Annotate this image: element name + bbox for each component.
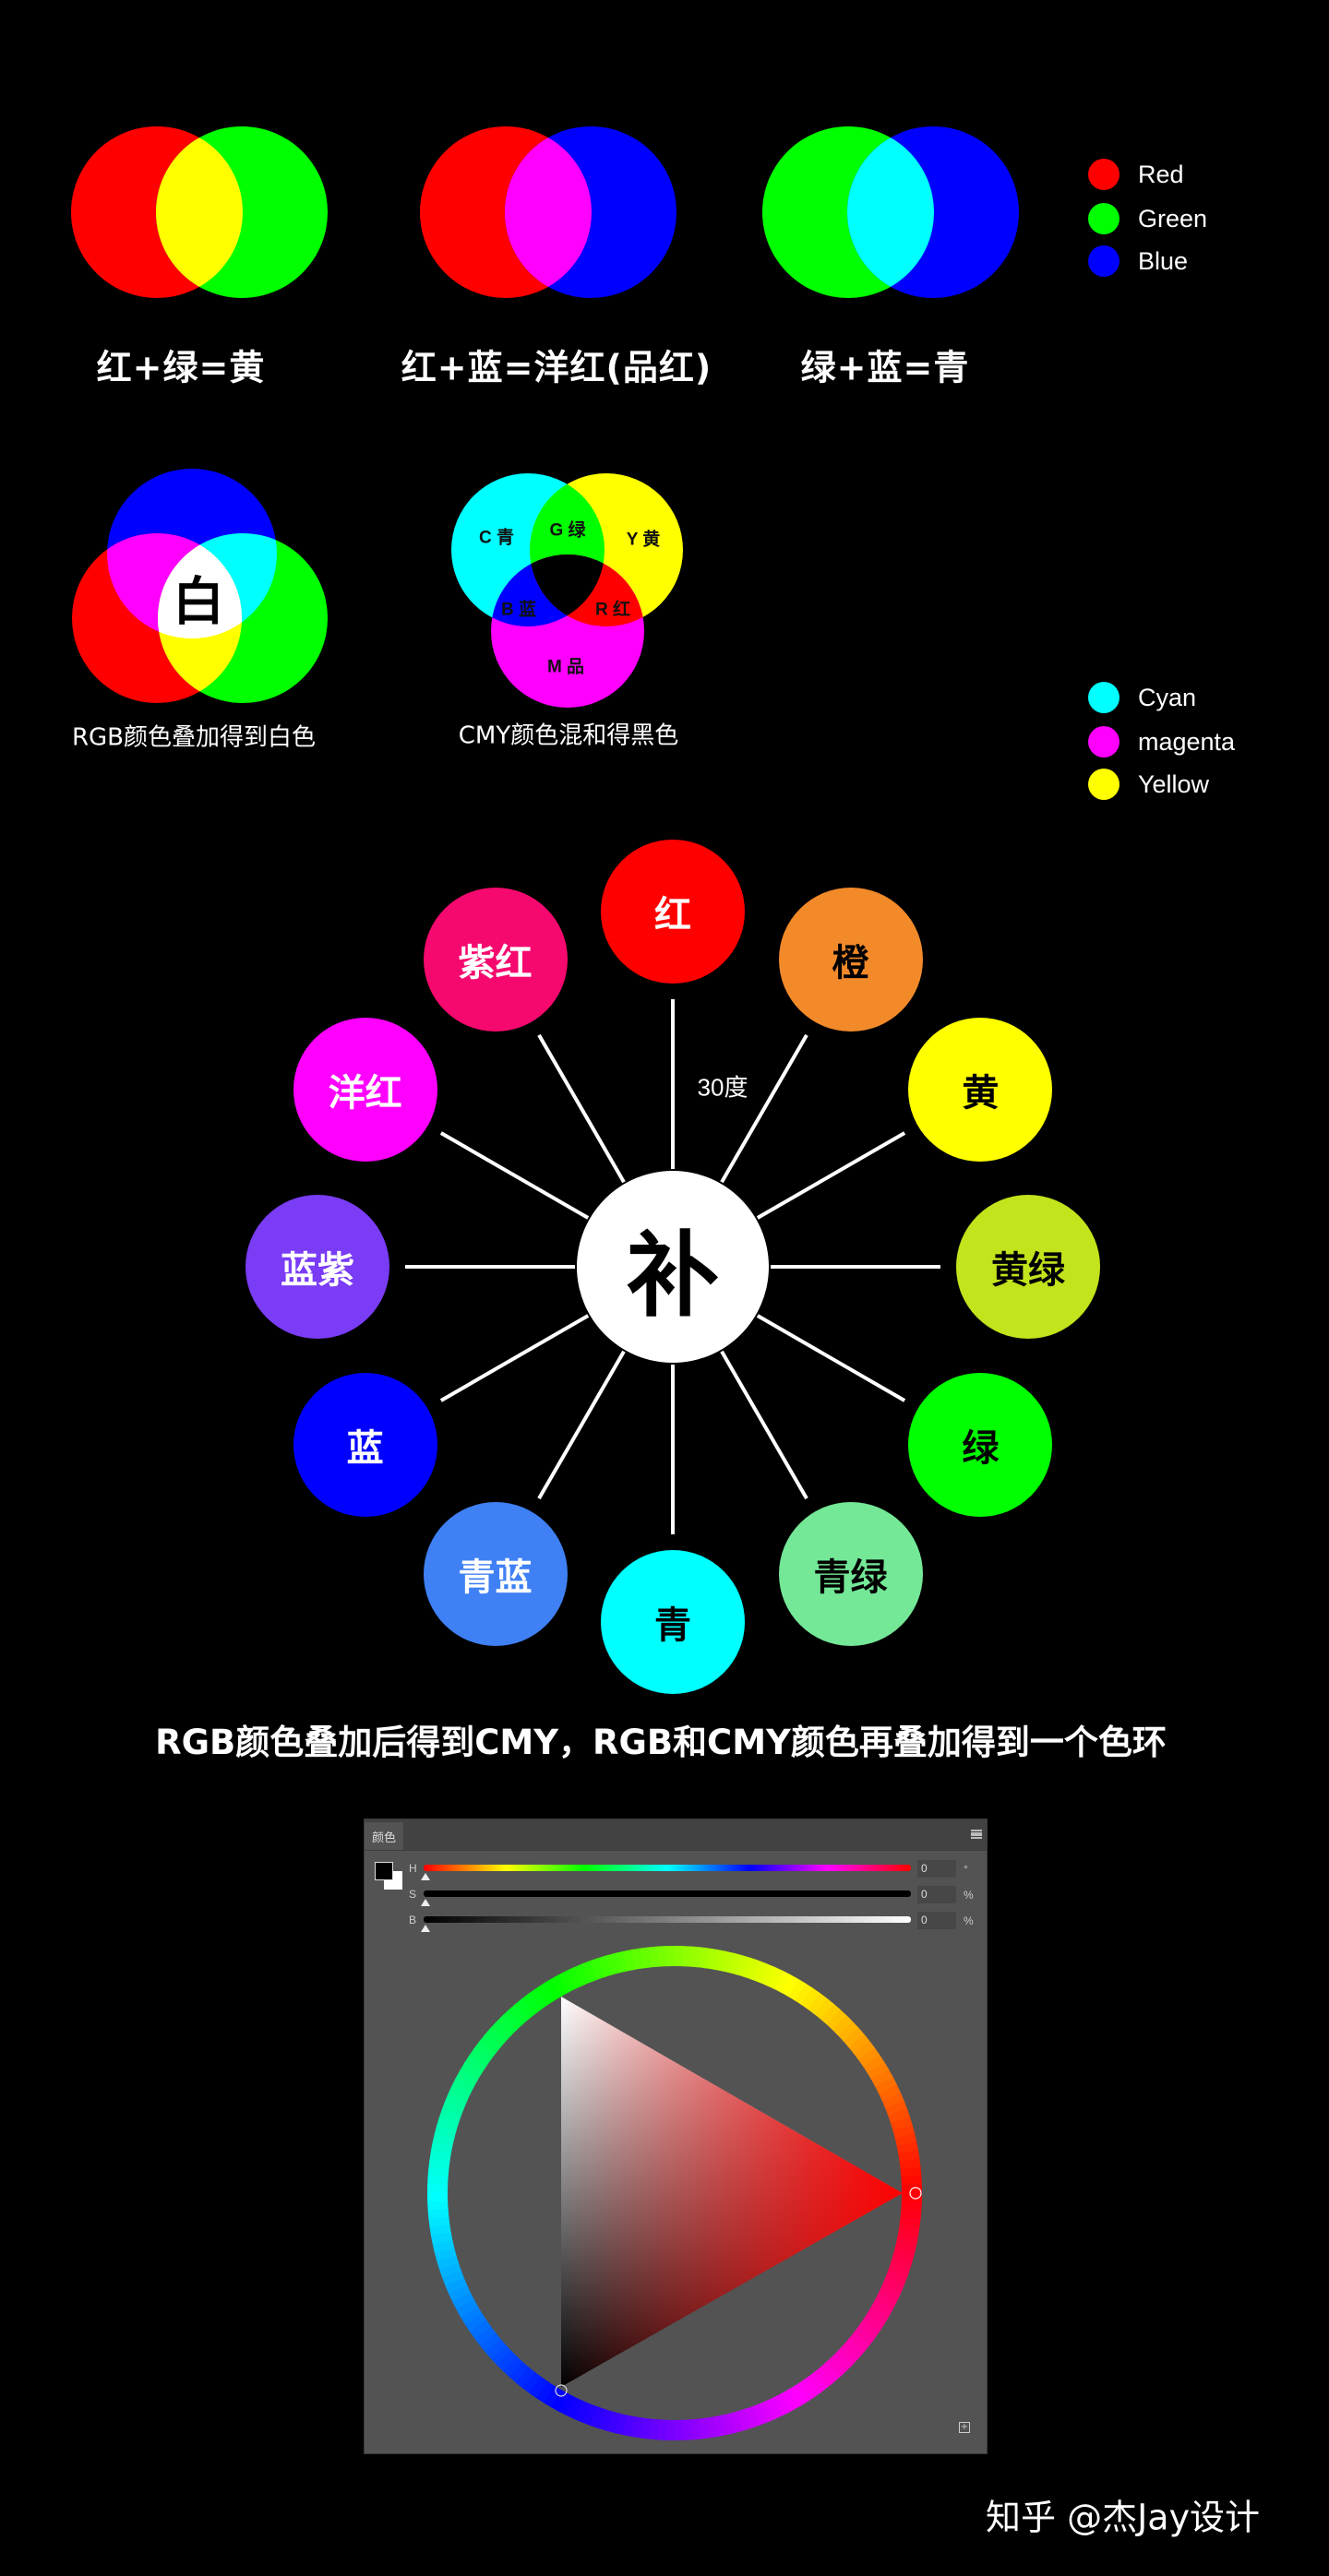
spoke-line bbox=[537, 1033, 626, 1184]
wheel-node-label: 青绿 bbox=[813, 1556, 888, 1600]
wheel-node-label: 黄绿 bbox=[991, 1249, 1065, 1292]
wheel-node: 蓝 bbox=[293, 1372, 437, 1517]
complement-hub: 补 bbox=[577, 1171, 769, 1363]
wheel-node: 紫红 bbox=[423, 887, 568, 1032]
spoke-line bbox=[439, 1314, 590, 1402]
wheel-node: 橙 bbox=[778, 887, 923, 1032]
wheel-node: 蓝紫 bbox=[245, 1195, 389, 1339]
spoke-line bbox=[720, 1033, 808, 1184]
spoke-line bbox=[720, 1350, 808, 1500]
foreground-color-swatch[interactable] bbox=[375, 1862, 393, 1880]
spoke-line bbox=[756, 1131, 906, 1220]
wheel-node: 绿 bbox=[908, 1372, 1053, 1517]
wheel-node: 青蓝 bbox=[423, 1502, 568, 1647]
wheel-node-label: 绿 bbox=[962, 1426, 1000, 1470]
wheel-node: 青绿 bbox=[778, 1502, 923, 1647]
add-swatch-icon[interactable]: + bbox=[959, 2422, 970, 2433]
hue-wheel-picker[interactable] bbox=[365, 1819, 988, 2455]
wheel-node: 洋红 bbox=[293, 1017, 437, 1162]
wheel-node-label: 蓝紫 bbox=[281, 1249, 354, 1292]
wheel-node-label: 洋红 bbox=[328, 1071, 402, 1115]
saturation-brightness-triangle[interactable] bbox=[561, 1997, 903, 2387]
wheel-caption: RGB颜色叠加后得到CMY，RGB和CMY颜色再叠加得到一个色环 bbox=[155, 1723, 1167, 1762]
wheel-node-label: 青 bbox=[654, 1604, 691, 1647]
wheel-node: 黄 bbox=[908, 1017, 1053, 1162]
wheel-node: 红 bbox=[601, 840, 745, 984]
wheel-node-label: 橙 bbox=[832, 941, 869, 984]
angle-label: 30度 bbox=[697, 1073, 748, 1102]
watermark: 知乎 @杰Jay设计 bbox=[986, 2497, 1261, 2538]
spoke-line bbox=[439, 1131, 590, 1220]
wheel-node-label: 青蓝 bbox=[458, 1556, 533, 1600]
wheel-node-label: 蓝 bbox=[346, 1426, 384, 1470]
wheel-node-label: 紫红 bbox=[458, 941, 533, 984]
spoke-line bbox=[756, 1314, 906, 1402]
spoke-line bbox=[537, 1350, 626, 1500]
wheel-node: 青 bbox=[601, 1550, 745, 1694]
color-panel: 颜色 H 0 ° S 0 % B 0 % + bbox=[364, 1819, 988, 2454]
hub-label: 补 bbox=[627, 1221, 719, 1330]
wheel-node-label: 黄 bbox=[962, 1071, 1000, 1115]
wheel-node-label: 红 bbox=[654, 894, 691, 936]
wheel-node: 黄绿 bbox=[956, 1195, 1100, 1339]
